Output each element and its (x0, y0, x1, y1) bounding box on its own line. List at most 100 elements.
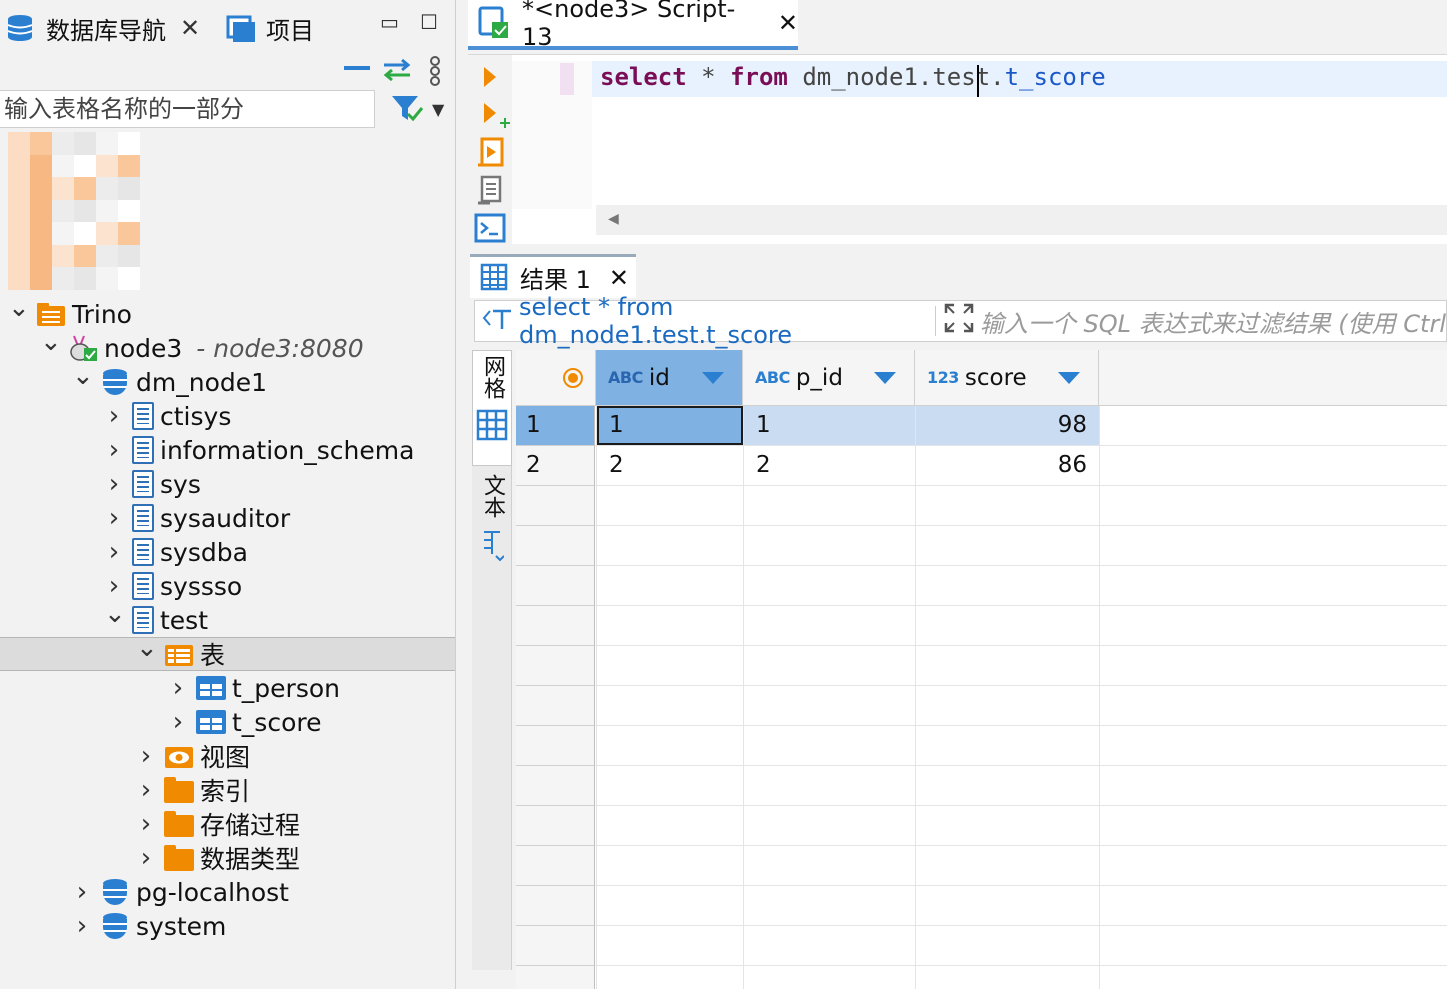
filter-icon[interactable] (390, 94, 424, 128)
tree-item[interactable]: › sys (0, 467, 455, 501)
row-number-cell[interactable] (516, 606, 595, 646)
tree-item[interactable]: › pg-localhost (0, 875, 455, 909)
execute-in-new-tab-icon[interactable] (482, 101, 510, 135)
tree-item[interactable]: › 视图 (0, 739, 455, 773)
tree-item[interactable]: › 索引 (0, 773, 455, 807)
chevron-right-icon[interactable]: › (104, 503, 124, 533)
table-filter-input[interactable] (0, 90, 375, 128)
row-number-cell[interactable] (516, 806, 595, 846)
open-console-icon[interactable] (474, 213, 506, 247)
row-number-cell[interactable] (516, 646, 595, 686)
tree-item-label: 索引 (200, 777, 251, 806)
sort-dropdown-icon[interactable] (702, 372, 724, 384)
filter-expression-input[interactable]: 输入一个 SQL 表达式来过滤结果 (使用 Ctrl (980, 304, 1446, 339)
chevron-down-icon[interactable]: ⌄ (72, 363, 94, 389)
sort-dropdown-icon[interactable] (874, 372, 896, 384)
tree-item[interactable]: › 存储过程 (0, 807, 455, 841)
tree-item[interactable]: › 数据类型 (0, 841, 455, 875)
sql-editor[interactable]: select * from dm_node1.test.t_score ◀ (468, 54, 1447, 247)
more-options-icon[interactable] (428, 56, 442, 90)
tab-script-editor[interactable]: *<node3> Script-13 ✕ (468, 0, 798, 51)
chevron-right-icon[interactable]: › (136, 775, 156, 805)
execute-script-icon[interactable] (476, 137, 506, 173)
tree-item[interactable]: ⌄ test (0, 601, 455, 637)
column-header-id[interactable]: ABC id (596, 350, 743, 406)
row-number-cell[interactable]: 2 (516, 446, 595, 486)
column-header-score[interactable]: 123 score (915, 350, 1099, 406)
tree-item[interactable]: › syssso (0, 569, 455, 603)
row-number-cell[interactable]: 1 (516, 406, 595, 446)
chevron-right-icon[interactable]: › (136, 809, 156, 839)
row-number-cell[interactable] (516, 486, 595, 526)
sort-dropdown-icon[interactable] (1058, 372, 1080, 384)
results-grid[interactable]: ABC id ABC p_id 123 score 1 1 1 98 2 2 2 86 (516, 350, 1447, 989)
chevron-right-icon[interactable]: › (136, 741, 156, 771)
chevron-right-icon[interactable]: › (104, 435, 124, 465)
tab-results-1[interactable]: 结果 1 ✕ (470, 254, 636, 298)
tree-item[interactable]: ⌄ Trino (0, 295, 455, 331)
tree-item[interactable]: › ctisys (0, 399, 455, 433)
collapse-all-icon[interactable] (344, 60, 372, 84)
chevron-right-icon[interactable]: › (104, 571, 124, 601)
link-with-editor-icon[interactable] (380, 58, 414, 86)
tree-item[interactable]: › t_score (0, 705, 455, 739)
folder-icon (164, 811, 194, 837)
chevron-right-icon[interactable]: › (104, 537, 124, 567)
chevron-right-icon[interactable]: › (104, 469, 124, 499)
tree-item[interactable]: › system (0, 909, 455, 943)
chevron-right-icon[interactable]: › (72, 911, 92, 941)
chevron-down-icon[interactable]: ⌄ (40, 329, 62, 355)
row-number-cell[interactable] (516, 726, 595, 766)
cell-p_id[interactable]: 1 (744, 406, 915, 445)
scroll-left-icon[interactable]: ◀ (608, 211, 619, 227)
row-number-cell[interactable] (516, 926, 595, 966)
close-icon[interactable]: ✕ (180, 14, 200, 42)
row-number-cell[interactable] (516, 886, 595, 926)
minimize-icon[interactable]: ▭ (380, 10, 399, 34)
sql-statement[interactable]: select * from dm_node1.test.t_score (600, 63, 1106, 91)
tree-item[interactable]: › t_person (0, 671, 455, 705)
close-icon[interactable]: ✕ (778, 9, 798, 37)
expand-filter-icon[interactable] (944, 303, 974, 339)
execute-statement-icon[interactable] (482, 65, 498, 93)
horizontal-scrollbar[interactable]: ◀ (596, 205, 1447, 235)
chevron-down-icon[interactable]: ⌄ (136, 635, 158, 661)
row-number-header[interactable] (516, 350, 596, 406)
chevron-right-icon[interactable]: › (104, 401, 124, 431)
cell-score[interactable]: 86 (916, 446, 1099, 485)
row-number-cell[interactable] (516, 526, 595, 566)
tab-text-view[interactable]: 文本 (472, 470, 512, 570)
chevron-down-icon[interactable]: ⌄ (8, 295, 30, 321)
close-icon[interactable]: ✕ (609, 264, 629, 292)
tree-item[interactable]: ⌄ dm_node1 (0, 363, 455, 399)
column-header-p_id[interactable]: ABC p_id (743, 350, 915, 406)
cell-score[interactable]: 98 (916, 406, 1099, 445)
tree-item[interactable]: › sysdba (0, 535, 455, 569)
chevron-right-icon[interactable]: › (168, 707, 188, 737)
tree-item[interactable]: ⌄ 表 (0, 635, 455, 671)
chevron-right-icon[interactable]: › (168, 673, 188, 703)
chevron-down-icon[interactable]: ⌄ (104, 601, 126, 627)
row-number-cell[interactable] (516, 846, 595, 886)
filter-dropdown-chevron-icon[interactable]: ▼ (432, 100, 444, 119)
explain-plan-icon[interactable] (476, 175, 506, 211)
row-number-cell[interactable] (516, 766, 595, 806)
cell-id[interactable]: 2 (597, 446, 743, 485)
maximize-icon[interactable]: ☐ (420, 10, 438, 34)
cell-id[interactable]: 1 (597, 406, 743, 445)
tree-item[interactable]: › sysauditor (0, 501, 455, 535)
select-all-icon[interactable] (562, 367, 584, 395)
row-number-cell[interactable] (516, 686, 595, 726)
row-number-cell[interactable] (516, 966, 595, 989)
tab-database-navigator[interactable]: 数据库导航 ✕ (6, 8, 200, 48)
tab-projects[interactable]: 项目 (226, 8, 314, 48)
current-query-text[interactable]: select * from dm_node1.test.t_score (519, 293, 921, 349)
results-filter-bar[interactable]: select * from dm_node1.test.t_score 输入一个… (474, 293, 1447, 349)
row-number-cell[interactable] (516, 566, 595, 606)
tree-item[interactable]: ⌄ node3 - node3:8080 (0, 329, 455, 365)
tab-grid-view[interactable]: 网格 (472, 350, 512, 466)
chevron-right-icon[interactable]: › (72, 877, 92, 907)
cell-p_id[interactable]: 2 (744, 446, 915, 485)
chevron-right-icon[interactable]: › (136, 843, 156, 873)
tree-item[interactable]: › information_schema (0, 433, 455, 467)
